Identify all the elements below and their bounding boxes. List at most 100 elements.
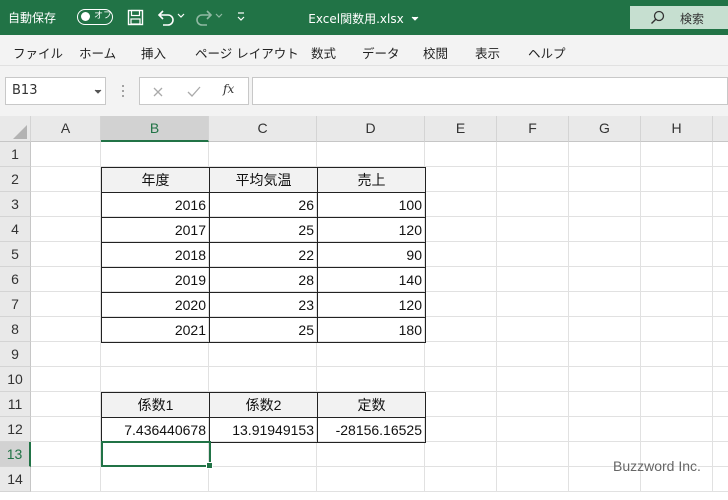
table-header-cell[interactable]: 年度 xyxy=(101,167,210,193)
row-header-14[interactable]: 14 xyxy=(0,467,31,492)
grid-cell[interactable] xyxy=(713,342,728,367)
grid-cell[interactable] xyxy=(209,442,317,467)
grid-cell[interactable] xyxy=(641,192,713,217)
row-header-8[interactable]: 8 xyxy=(0,317,31,342)
table-cell[interactable]: 25 xyxy=(209,217,318,243)
grid-cell[interactable] xyxy=(31,292,101,317)
row-header-1[interactable]: 1 xyxy=(0,142,31,167)
grid-cell[interactable] xyxy=(497,317,569,342)
grid-cell[interactable] xyxy=(31,192,101,217)
row-header-12[interactable]: 12 xyxy=(0,417,31,442)
coefficient-header-cell[interactable]: 定数 xyxy=(317,392,426,418)
coefficient-header-cell[interactable]: 係数1 xyxy=(101,392,210,418)
table-cell[interactable]: 2020 xyxy=(101,292,210,318)
grid-cell[interactable] xyxy=(425,192,497,217)
name-box-dropdown-icon[interactable] xyxy=(94,89,102,95)
column-header-e[interactable]: E xyxy=(425,116,497,142)
grid-cell[interactable] xyxy=(569,217,641,242)
grid-cell[interactable] xyxy=(497,267,569,292)
table-cell[interactable]: 100 xyxy=(317,192,426,218)
row-header-9[interactable]: 9 xyxy=(0,342,31,367)
grid-cell[interactable] xyxy=(425,342,497,367)
grid-cell[interactable] xyxy=(641,417,713,442)
selected-cell[interactable] xyxy=(101,441,211,467)
grid-cell[interactable] xyxy=(425,392,497,417)
table-cell[interactable]: 90 xyxy=(317,242,426,268)
row-header-4[interactable]: 4 xyxy=(0,217,31,242)
more-options-icon[interactable] xyxy=(120,83,126,99)
grid-cell[interactable] xyxy=(425,142,497,167)
grid-cell[interactable] xyxy=(31,317,101,342)
tab-formulas[interactable]: 数式 xyxy=(311,43,336,62)
table-cell[interactable]: 26 xyxy=(209,192,318,218)
grid-cell[interactable] xyxy=(713,167,728,192)
grid-cell[interactable] xyxy=(425,417,497,442)
column-header-c[interactable]: C xyxy=(209,116,317,142)
grid-cell[interactable] xyxy=(497,167,569,192)
name-box[interactable]: B13 xyxy=(5,77,106,105)
grid-cell[interactable] xyxy=(31,167,101,192)
grid-cell[interactable] xyxy=(425,317,497,342)
column-header-b[interactable]: B xyxy=(101,116,209,142)
table-cell[interactable]: 28 xyxy=(209,267,318,293)
row-header-10[interactable]: 10 xyxy=(0,367,31,392)
table-cell[interactable]: 23 xyxy=(209,292,318,318)
grid-cell[interactable] xyxy=(569,267,641,292)
grid-cell[interactable] xyxy=(497,192,569,217)
grid-cell[interactable] xyxy=(713,392,728,417)
tab-view[interactable]: 表示 xyxy=(475,43,500,62)
column-header-d[interactable]: D xyxy=(317,116,425,142)
grid-cell[interactable] xyxy=(101,342,209,367)
tab-home[interactable]: ホーム xyxy=(79,43,116,62)
grid-cell[interactable] xyxy=(101,142,209,167)
grid-cell[interactable] xyxy=(569,417,641,442)
grid-cell[interactable] xyxy=(209,342,317,367)
grid-cell[interactable] xyxy=(317,367,425,392)
grid-cell[interactable] xyxy=(641,167,713,192)
row-header-5[interactable]: 5 xyxy=(0,242,31,267)
grid-cell[interactable] xyxy=(641,292,713,317)
table-cell[interactable]: 140 xyxy=(317,267,426,293)
row-header-11[interactable]: 11 xyxy=(0,392,31,417)
table-header-cell[interactable]: 平均気温 xyxy=(209,167,318,193)
grid-cell[interactable] xyxy=(713,317,728,342)
grid-cell[interactable] xyxy=(641,142,713,167)
grid-cell[interactable] xyxy=(641,392,713,417)
coefficient-value-cell[interactable]: 7.436440678 xyxy=(101,417,210,443)
tab-help[interactable]: ヘルプ xyxy=(528,43,566,62)
grid-cell[interactable] xyxy=(425,217,497,242)
grid-cell[interactable] xyxy=(569,192,641,217)
grid-cell[interactable] xyxy=(209,142,317,167)
table-cell[interactable]: 2017 xyxy=(101,217,210,243)
table-cell[interactable]: 2016 xyxy=(101,192,210,218)
formula-input[interactable] xyxy=(252,77,728,105)
grid-cell[interactable] xyxy=(317,442,425,467)
grid-cell[interactable] xyxy=(713,442,728,467)
table-cell[interactable]: 25 xyxy=(209,317,318,343)
grid-cell[interactable] xyxy=(31,392,101,417)
grid-cell[interactable] xyxy=(425,367,497,392)
row-header-6[interactable]: 6 xyxy=(0,267,31,292)
grid-cell[interactable] xyxy=(713,467,728,492)
grid-cell[interactable] xyxy=(31,217,101,242)
tab-insert[interactable]: 挿入 xyxy=(141,43,166,62)
enter-icon[interactable] xyxy=(187,86,201,98)
grid-cell[interactable] xyxy=(641,367,713,392)
tab-review[interactable]: 校閲 xyxy=(423,43,448,62)
grid-cell[interactable] xyxy=(713,192,728,217)
insert-function-button[interactable]: fx xyxy=(223,82,234,96)
grid-cell[interactable] xyxy=(713,242,728,267)
grid-cell[interactable] xyxy=(713,367,728,392)
grid-cell[interactable] xyxy=(425,167,497,192)
grid-cell[interactable] xyxy=(569,292,641,317)
tab-data[interactable]: データ xyxy=(362,43,400,62)
grid-cell[interactable] xyxy=(31,242,101,267)
grid-cell[interactable] xyxy=(641,267,713,292)
grid-cell[interactable] xyxy=(101,467,209,492)
grid-cell[interactable] xyxy=(101,367,209,392)
grid-cell[interactable] xyxy=(713,267,728,292)
tab-page-layout[interactable]: ページ レイアウト xyxy=(195,43,299,62)
grid-cell[interactable] xyxy=(497,342,569,367)
column-header-g[interactable]: G xyxy=(569,116,641,142)
grid-cell[interactable] xyxy=(641,342,713,367)
